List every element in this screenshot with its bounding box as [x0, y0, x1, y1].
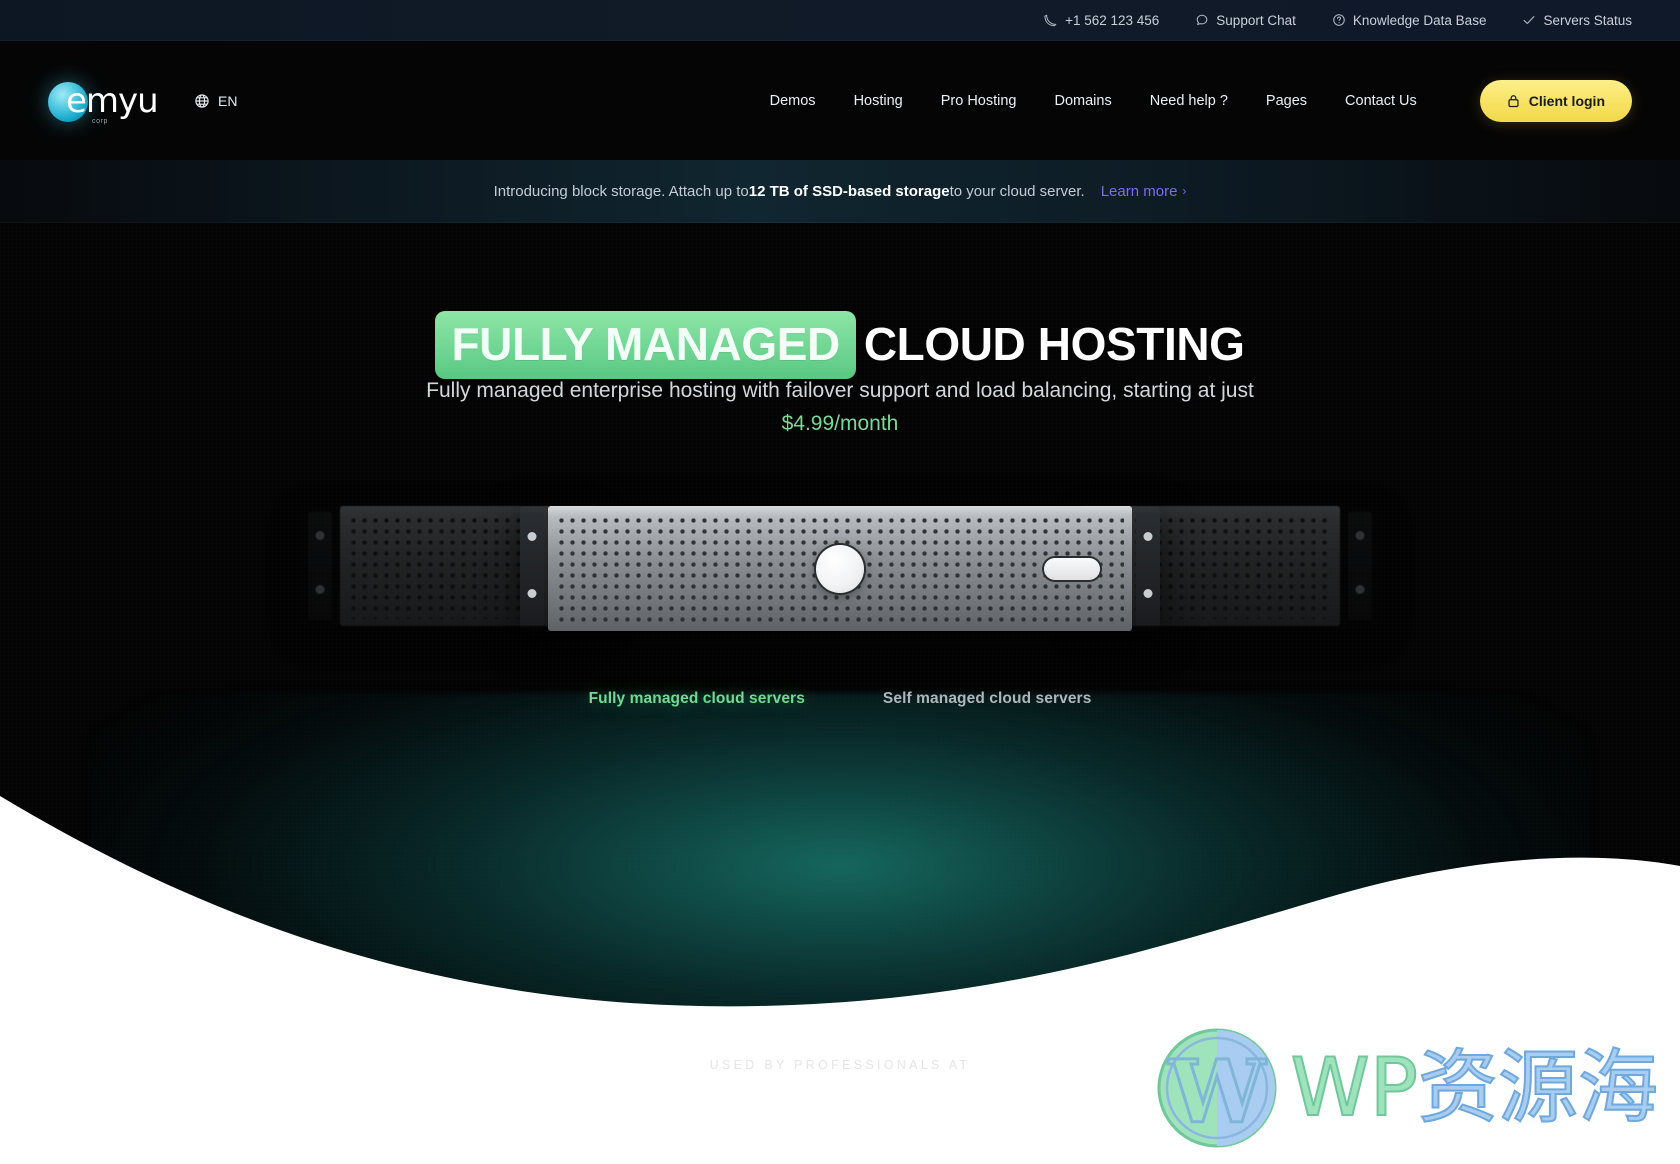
- nav-item-pro-hosting[interactable]: Pro Hosting: [922, 93, 1036, 109]
- check-icon: [1522, 13, 1536, 27]
- topbar-item-knowledge-base[interactable]: Knowledge Data Base: [1332, 12, 1487, 28]
- server-power-button-icon: [816, 544, 864, 593]
- nav-item-need-help[interactable]: Need help ?: [1131, 93, 1247, 109]
- tab-self-managed-cloud-servers[interactable]: Self managed cloud servers: [883, 690, 1092, 708]
- lock-icon: [1507, 94, 1520, 108]
- page-title-rest: CLOUD HOSTING: [863, 318, 1245, 370]
- page-title-highlight: FULLY MANAGED: [435, 311, 856, 379]
- nav-item-hosting[interactable]: Hosting: [835, 93, 922, 109]
- nav-item-pages[interactable]: Pages: [1247, 93, 1326, 109]
- topbar-item-support-chat[interactable]: Support Chat: [1195, 13, 1296, 28]
- nav-item-contact-us[interactable]: Contact Us: [1326, 93, 1436, 109]
- topbar-item-servers-status[interactable]: Servers Status: [1522, 13, 1632, 28]
- announcement-learn-more-link[interactable]: Learn more ›: [1101, 183, 1187, 200]
- server-rack-ear-left: [520, 512, 544, 625]
- language-label: EN: [218, 92, 238, 109]
- globe-icon: [194, 93, 210, 109]
- hero-subtitle-line2-prefix: just: [1221, 379, 1254, 402]
- main-navigation: Demos Hosting Pro Hosting Domains Need h…: [751, 93, 1436, 109]
- topbar-knowledge-base-label: Knowledge Data Base: [1352, 12, 1487, 28]
- server-unit-main: [520, 506, 1160, 631]
- announcement-bar: Introducing block storage. Attach up to …: [0, 160, 1680, 223]
- hero-subtitle-line1: Fully managed enterprise hosting with fa…: [426, 379, 1216, 402]
- nav-item-domains[interactable]: Domains: [1036, 93, 1131, 109]
- server-rack-ear: [1348, 512, 1372, 620]
- logo-wordmark: emyu: [66, 80, 159, 121]
- topbar-item-phone[interactable]: +1 562 123 456: [1044, 13, 1159, 28]
- language-switcher[interactable]: EN: [194, 93, 237, 109]
- hosting-type-tabs: Fully managed cloud servers Self managed…: [589, 690, 1092, 708]
- announcement-bold: 12 TB of SSD-based storage: [748, 182, 950, 200]
- chevron-right-icon: ›: [1182, 184, 1187, 198]
- server-rack-ear-right: [1136, 512, 1160, 625]
- client-login-label: Client login: [1528, 92, 1605, 109]
- announcement-prefix: Introducing block storage. Attach up to: [493, 182, 749, 200]
- hero-subtitle: Fully managed enterprise hosting with fa…: [405, 375, 1275, 440]
- brand-logo[interactable]: emyu corp: [48, 78, 160, 125]
- page-title: FULLY MANAGED CLOUD HOSTING: [0, 311, 1680, 379]
- server-rack-ear: [308, 512, 332, 620]
- topbar-servers-status-label: Servers Status: [1543, 12, 1632, 28]
- topbar-phone-label: +1 562 123 456: [1065, 12, 1160, 28]
- tab-fully-managed-cloud-servers[interactable]: Fully managed cloud servers: [589, 690, 805, 708]
- logo-area: emyu corp EN: [48, 78, 237, 125]
- hero-price: $4.99/month: [781, 411, 899, 435]
- hero-section: FULLY MANAGED CLOUD HOSTING Fully managed…: [0, 223, 1680, 1164]
- phone-icon: [1044, 13, 1058, 27]
- utility-topbar: +1 562 123 456 Support Chat Knowledge Da…: [0, 0, 1680, 41]
- nav-item-demos[interactable]: Demos: [751, 93, 835, 109]
- learn-more-label: Learn more: [1100, 182, 1178, 200]
- chat-icon: [1195, 13, 1209, 27]
- used-by-label: USED BY PROFESSIONALS AT: [709, 1058, 971, 1072]
- server-illustration: [300, 506, 1380, 631]
- client-login-button[interactable]: Client login: [1479, 79, 1632, 122]
- site-header: emyu corp EN Demos Hosting Pro Hosting D…: [0, 41, 1680, 160]
- topbar-support-chat-label: Support Chat: [1216, 12, 1296, 28]
- question-circle-icon: [1332, 13, 1346, 27]
- server-drive-slot: [1044, 557, 1100, 580]
- announcement-suffix: to your cloud server.: [949, 182, 1085, 200]
